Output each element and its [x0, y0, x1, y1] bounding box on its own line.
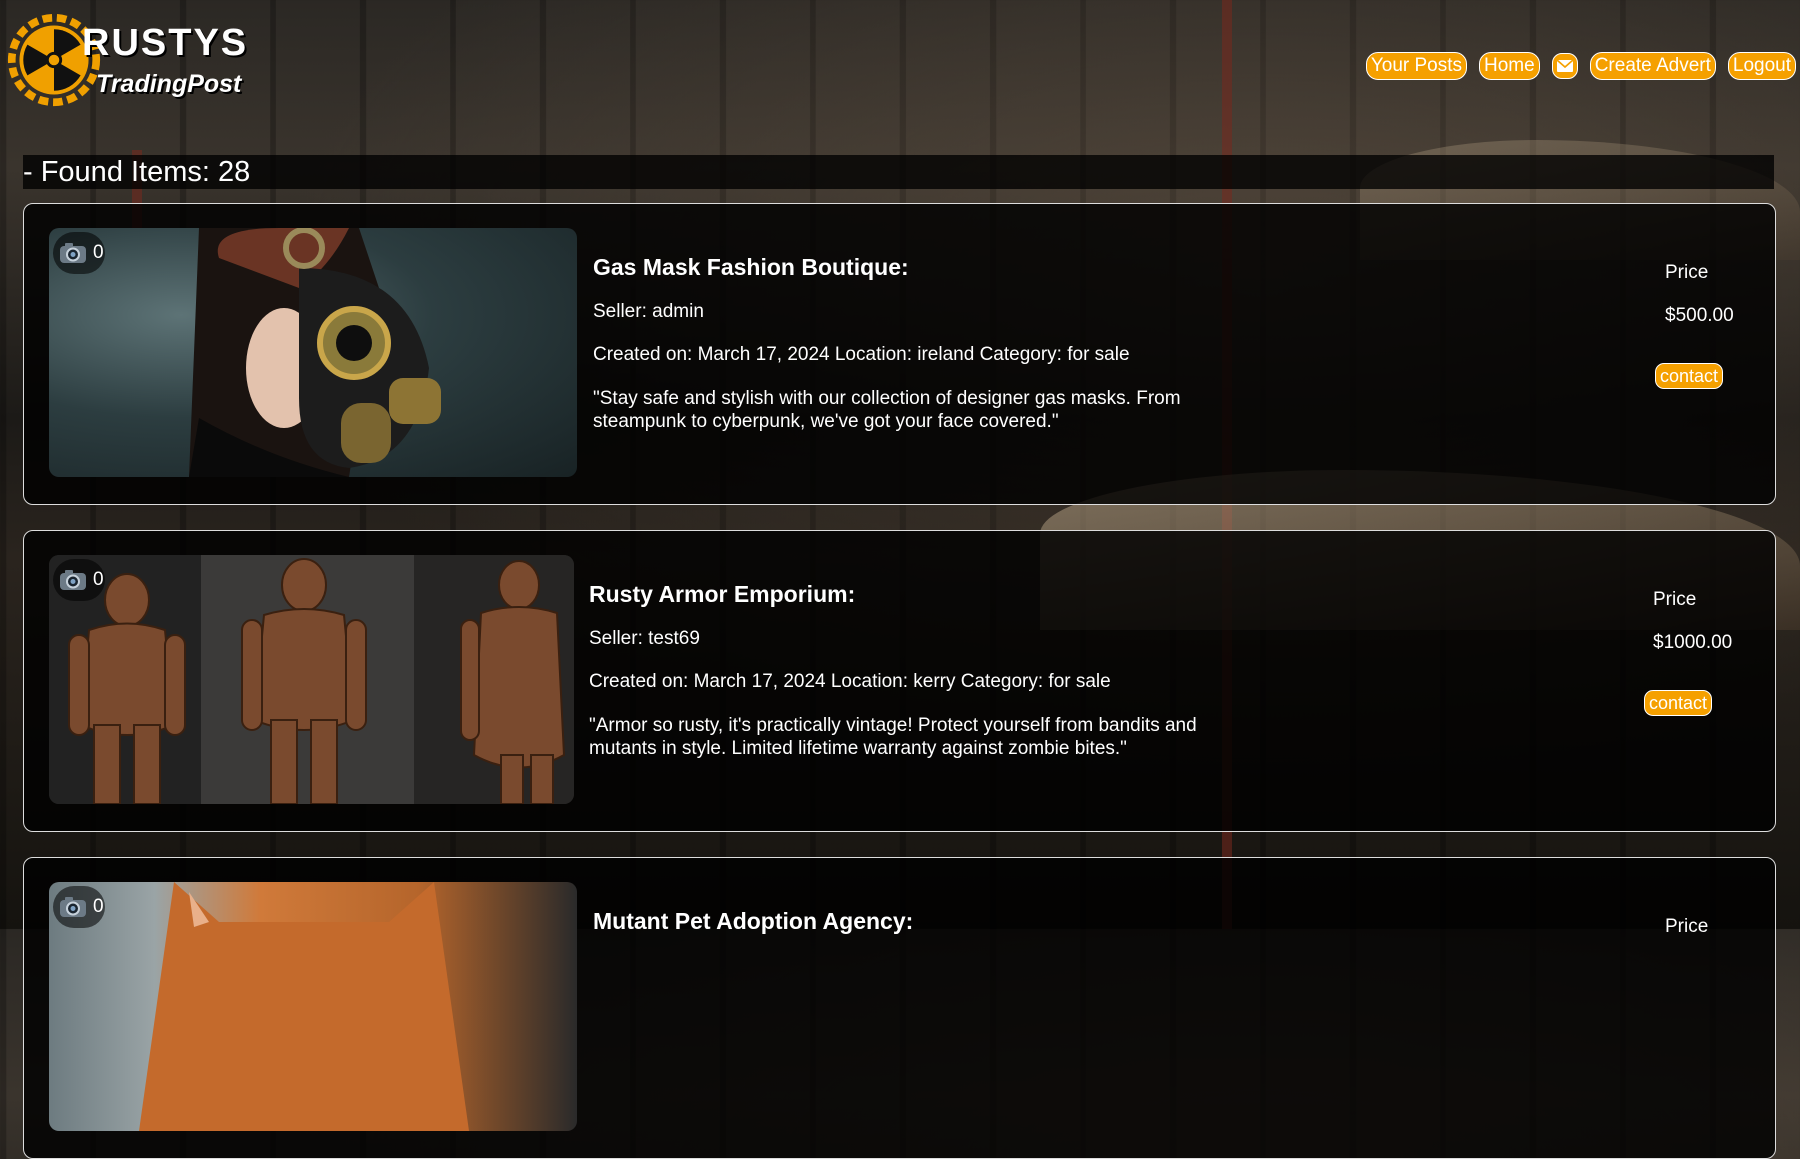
top-nav: Your Posts Home Create Advert Logout [1365, 52, 1796, 80]
image-count-badge: 0 [53, 232, 105, 274]
listing-meta: Created on: March 17, 2024 Location: ker… [589, 671, 1111, 692]
rusty-armor-photo [49, 555, 574, 804]
site-logo[interactable]: RUSTYS TradingPost [4, 4, 254, 122]
listing-card: 0 Mutant Pet Adoption Agency: Price [23, 857, 1776, 1159]
listing-seller: Seller: test69 [589, 628, 700, 649]
camera-icon [60, 243, 86, 263]
image-count-badge: 0 [53, 559, 105, 601]
image-count: 0 [93, 896, 104, 917]
listing-description: "Armor so rusty, it's practically vintag… [589, 715, 1197, 759]
camera-icon [60, 570, 86, 590]
listing-description: "Stay safe and stylish with our collecti… [593, 388, 1181, 432]
create-advert-button[interactable]: Create Advert [1589, 52, 1716, 80]
site-header: RUSTYS TradingPost Your Posts Home Creat… [0, 0, 1800, 128]
contact-button[interactable]: contact [1644, 690, 1713, 716]
listing-card: 0 Rusty Armor Emporium: Seller: test69 C… [23, 530, 1776, 832]
gas-mask-photo [189, 228, 441, 477]
found-items-count: - Found Items: 28 [23, 155, 1774, 189]
listing-meta: Created on: March 17, 2024 Location: ire… [593, 344, 1130, 365]
listing-image[interactable]: 0 [49, 555, 574, 804]
camera-icon [60, 897, 86, 917]
listing-title: Rusty Armor Emporium: [589, 581, 856, 607]
price-value: $500.00 [1665, 305, 1734, 326]
listing-title: Mutant Pet Adoption Agency: [593, 908, 914, 934]
your-posts-button[interactable]: Your Posts [1365, 52, 1468, 80]
brand-title: RUSTYS [82, 22, 249, 64]
mutant-cat-photo [139, 882, 469, 1131]
price-label: Price [1665, 262, 1709, 283]
price-label: Price [1665, 916, 1709, 937]
listing-card: 0 Gas Mask Fashion Boutique: Seller: adm… [23, 203, 1776, 505]
listing-title: Gas Mask Fashion Boutique: [593, 254, 909, 280]
brand-subtitle: TradingPost [96, 70, 242, 98]
price-label: Price [1653, 589, 1697, 610]
price-value: $1000.00 [1653, 632, 1733, 653]
image-count-badge: 0 [53, 886, 105, 928]
image-count: 0 [93, 569, 104, 590]
listing-image[interactable]: 0 [49, 228, 577, 477]
logout-button[interactable]: Logout [1727, 52, 1796, 80]
messages-button[interactable] [1551, 53, 1578, 79]
listing-image[interactable]: 0 [49, 882, 577, 1131]
home-button[interactable]: Home [1479, 52, 1540, 80]
envelope-icon [1556, 60, 1573, 72]
image-count: 0 [93, 242, 104, 263]
contact-button[interactable]: contact [1655, 363, 1724, 389]
listing-seller: Seller: admin [593, 301, 704, 322]
